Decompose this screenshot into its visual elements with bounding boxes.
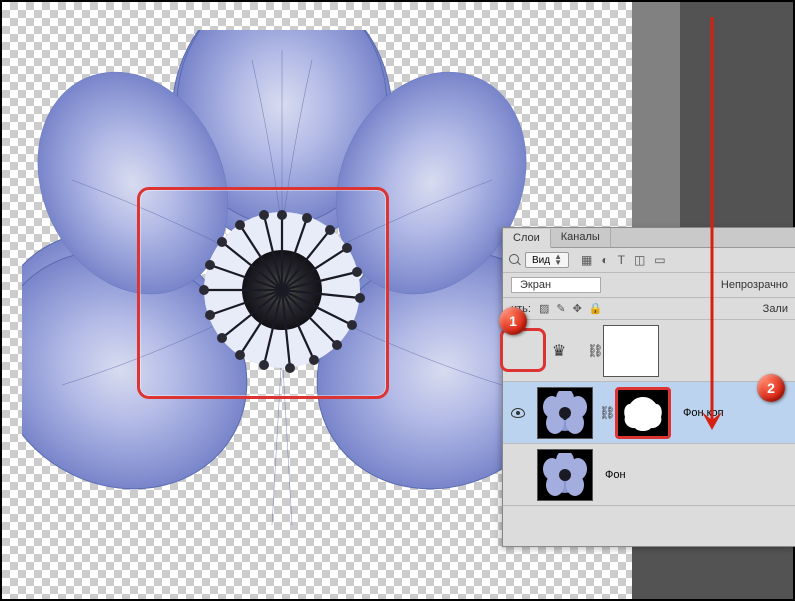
filter-smart-icon[interactable]: ▭ xyxy=(654,253,665,267)
annotation-badge-2: 2 xyxy=(757,374,785,402)
layers-list: ♛ ⛓ ⛓ Фон коп xyxy=(503,320,795,506)
filter-row: Вид ▲▼ ▦ ◐ T ◫ ▭ xyxy=(503,248,795,272)
tab-channels[interactable]: Каналы xyxy=(551,228,611,247)
lock-move-icon[interactable]: ✥ xyxy=(573,302,582,315)
tab-layers[interactable]: Слои xyxy=(503,229,551,248)
filter-type-icon[interactable]: T xyxy=(618,253,625,267)
search-icon xyxy=(509,254,521,266)
lock-all-icon[interactable]: 🔒 xyxy=(589,302,603,315)
lock-row: ить: ▨ ✎ ✥ 🔒 Зали xyxy=(503,298,795,320)
fill-label: Зали xyxy=(763,303,788,315)
layer-thumbnail[interactable] xyxy=(537,387,593,439)
layer-row[interactable]: ⛓ Фон коп xyxy=(503,382,795,444)
mask-thumbnail[interactable] xyxy=(615,387,671,439)
panel-tabs: Слои Каналы xyxy=(503,228,795,248)
canvas-pad xyxy=(632,2,680,252)
kind-dropdown[interactable]: Вид ▲▼ xyxy=(525,252,569,268)
annotation-badge-1: 1 xyxy=(499,307,527,335)
visibility-toggle[interactable] xyxy=(505,408,531,418)
link-icon[interactable]: ⛓ xyxy=(587,343,597,359)
layer-name[interactable]: Фон коп xyxy=(683,407,724,419)
layer-row[interactable]: Фон xyxy=(503,444,795,506)
filter-pixel-icon[interactable]: ▦ xyxy=(581,253,592,267)
kind-label: Вид xyxy=(532,255,550,266)
mask-thumbnail[interactable] xyxy=(603,325,659,377)
layers-panel: Слои Каналы Вид ▲▼ ▦ ◐ T ◫ ▭ Экран Непро… xyxy=(502,227,795,547)
opacity-label: Непрозрачно xyxy=(721,279,788,291)
layer-thumbnail[interactable] xyxy=(537,449,593,501)
lock-pixels-icon[interactable]: ▨ xyxy=(539,302,549,315)
filter-shape-icon[interactable]: ◫ xyxy=(634,253,645,267)
link-icon[interactable]: ⛓ xyxy=(599,405,609,421)
eye-icon xyxy=(511,408,525,418)
selection-highlight xyxy=(137,187,389,399)
blend-mode-dropdown[interactable]: Экран xyxy=(511,277,601,293)
layer-row[interactable]: ♛ ⛓ xyxy=(503,320,795,382)
layer-name[interactable]: Фон xyxy=(605,469,626,481)
lock-brush-icon[interactable]: ✎ xyxy=(556,302,565,315)
blend-row: Экран Непрозрачно xyxy=(503,272,795,298)
visibility-highlight xyxy=(500,328,546,372)
chevron-updown-icon: ▲▼ xyxy=(554,254,562,266)
filter-adjust-icon[interactable]: ◐ xyxy=(601,253,608,267)
smartobject-icon: ♛ xyxy=(552,341,566,361)
